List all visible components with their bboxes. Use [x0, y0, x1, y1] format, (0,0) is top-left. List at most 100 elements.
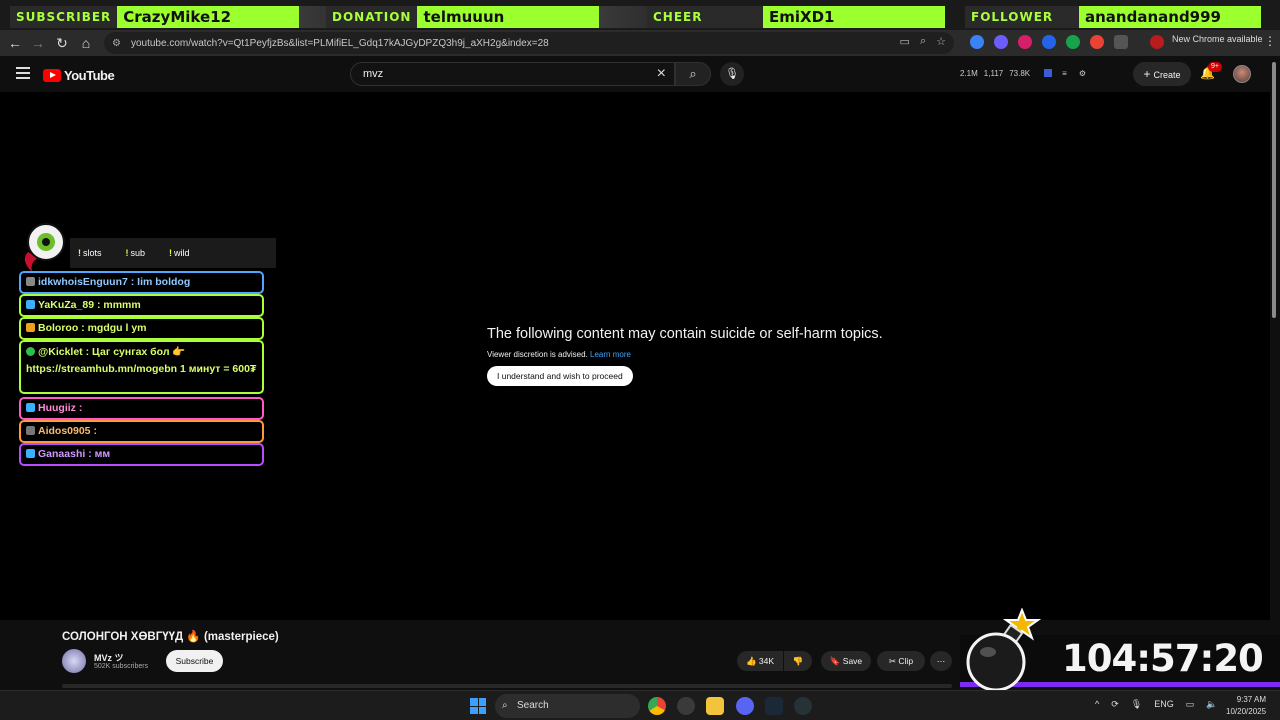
extension-icon[interactable]: [1090, 35, 1104, 49]
search-icon: ⌕: [689, 66, 697, 81]
extensions-puzzle-icon[interactable]: [1114, 35, 1128, 49]
alert-label: CHEER: [647, 6, 763, 28]
discord-icon[interactable]: [736, 697, 754, 715]
chat-message: Ganaashi : мм: [19, 443, 264, 466]
profile-icon[interactable]: [1150, 35, 1164, 49]
forward-icon[interactable]: →: [26, 31, 50, 55]
voice-search-button[interactable]: 🎙: [720, 62, 744, 86]
chat-message: Aidos0905 :: [19, 420, 264, 443]
video-title: СОЛОНГОН ХӨВГҮҮД 🔥 (masterpiece): [62, 631, 279, 643]
chat-message: idkwhoisEnguun7 : Iim boldog: [19, 271, 264, 294]
alert-name: CrazyMike12: [117, 6, 300, 28]
channel-avatar[interactable]: [62, 649, 86, 673]
extension-icon[interactable]: [1018, 35, 1032, 49]
eyeball-mascot-icon: [24, 223, 65, 272]
bookmark-star-icon[interactable]: ☆: [936, 35, 946, 48]
description-box-edge: [62, 684, 952, 688]
network-icon[interactable]: ▭: [1186, 699, 1195, 710]
clear-search-icon[interactable]: ×: [657, 65, 666, 83]
chat-commands: slots sub wild: [70, 238, 276, 268]
extension-stats: 2.1M 1,117 73.8K ≡ ⚙: [960, 69, 1086, 78]
file-explorer-icon[interactable]: [706, 697, 724, 715]
youtube-logo[interactable]: YouTube: [43, 68, 115, 83]
microphone-icon[interactable]: 🎙: [1131, 699, 1142, 710]
install-icon[interactable]: ▭: [900, 35, 910, 48]
plus-icon: +: [1143, 67, 1151, 81]
alert-name: anandanand999: [1079, 6, 1261, 28]
extension-icon[interactable]: [1066, 35, 1080, 49]
command-wild: wild: [169, 248, 190, 258]
taskbar: ⌕ Search ^ ⟳ 🎙 ENG ▭ 🔈 9:37 AM 10/20/202…: [0, 690, 1280, 720]
search-input[interactable]: mvz ×: [350, 62, 675, 86]
address-bar[interactable]: ⚙ youtube.com/watch?v=Qt1PeyfjzBs&list=P…: [104, 32, 954, 54]
bookmark-icon: 🔖: [829, 656, 843, 666]
back-icon[interactable]: ←: [3, 31, 27, 55]
site-info-icon[interactable]: ⚙: [112, 38, 121, 49]
thumbs-down-icon: 👎: [792, 656, 804, 666]
reload-icon[interactable]: ↻: [50, 31, 74, 55]
youtube-play-icon: [43, 69, 61, 82]
content-warning: The following content may contain suicid…: [487, 326, 883, 386]
extension-icon[interactable]: [1042, 35, 1056, 49]
save-button[interactable]: 🔖 Save: [821, 651, 871, 671]
subscriber-count: 502K subscribers: [94, 663, 149, 670]
steam-icon[interactable]: [765, 697, 783, 715]
search-button[interactable]: ⌕: [675, 62, 711, 86]
windows-start-icon[interactable]: [470, 698, 486, 714]
sync-icon[interactable]: ⟳: [1111, 699, 1119, 710]
logo-text: YouTube: [64, 68, 115, 83]
youtube-header: YouTube mvz × ⌕ 🎙 2.1M 1,117 73.8K ≡ ⚙ +…: [0, 56, 1280, 92]
extension-icon[interactable]: [1044, 69, 1053, 77]
like-button[interactable]: 👍 34K: [737, 651, 783, 671]
dislike-button[interactable]: 👎: [784, 651, 812, 671]
warning-title: The following content may contain suicid…: [487, 326, 883, 342]
settings-icon[interactable]: ⚙: [1079, 69, 1086, 78]
chrome-profile-icon[interactable]: [677, 697, 695, 715]
stat-views: 2.1M: [960, 69, 978, 78]
menu-dots-icon[interactable]: ⋮: [1264, 34, 1276, 48]
new-chrome-available[interactable]: New Chrome available: [1172, 34, 1263, 44]
extension-icon[interactable]: [970, 35, 984, 49]
alert-name: EmiXD1: [763, 6, 945, 28]
volume-icon[interactable]: 🔈: [1206, 699, 1217, 710]
taskbar-search[interactable]: ⌕ Search: [495, 694, 640, 718]
alert-follower: FOLLOWER anandanand999: [965, 6, 1261, 28]
command-slots: slots: [78, 248, 102, 258]
microphone-icon: 🎙: [725, 68, 739, 80]
learn-more-link[interactable]: Learn more: [590, 350, 631, 359]
chat-message: YaKuZa_89 : mmmm: [19, 294, 264, 317]
chevron-up-icon[interactable]: ^: [1095, 699, 1099, 710]
home-icon[interactable]: ⌂: [74, 31, 98, 55]
system-tray: ^ ⟳ 🎙 ENG ▭ 🔈: [1095, 699, 1217, 710]
alert-name: telmuuun: [417, 6, 600, 28]
chat-message: Huugiiz :: [19, 397, 264, 420]
url-text: youtube.com/watch?v=Qt1PeyfjzBs&list=PLM…: [130, 37, 549, 49]
more-actions-button[interactable]: ⋯: [930, 651, 952, 671]
alert-label: FOLLOWER: [965, 6, 1079, 28]
command-sub: sub: [126, 248, 146, 258]
chat-message: Boloroo : mgdgu l ym: [19, 317, 264, 340]
chrome-icon[interactable]: [648, 697, 666, 715]
hamburger-menu-icon[interactable]: [16, 67, 30, 82]
more-dots-icon: ⋯: [936, 656, 946, 666]
bomb-icon: [966, 608, 1042, 692]
alert-label: SUBSCRIBER: [10, 6, 118, 28]
create-button[interactable]: + Create: [1133, 62, 1191, 86]
avatar[interactable]: [1233, 65, 1251, 83]
proceed-button[interactable]: I understand and wish to proceed: [487, 366, 633, 386]
clock[interactable]: 9:37 AM 10/20/2025: [1226, 694, 1266, 718]
page-scrollbar[interactable]: [1272, 62, 1276, 318]
language-indicator[interactable]: ENG: [1154, 699, 1174, 710]
extension-icon[interactable]: [994, 35, 1008, 49]
alert-label: DONATION: [326, 6, 418, 28]
stream-timer: 104:57:20: [1062, 637, 1264, 680]
stream-alert-bar: SUBSCRIBER CrazyMike12 DONATION telmuuun…: [0, 0, 1280, 30]
stat-watching: 1,117: [983, 69, 1004, 78]
list-icon[interactable]: ≡: [1062, 69, 1067, 78]
chat-message: @Kicklet : Цаг сунгах бол 👉 https://stre…: [19, 340, 264, 394]
subscribe-button[interactable]: Subscribe: [166, 650, 223, 672]
app-icon[interactable]: [794, 697, 812, 715]
clip-button[interactable]: ✂ Clip: [877, 651, 925, 671]
stat-likes: 73.8K: [1009, 69, 1031, 78]
zoom-icon[interactable]: ⌕: [920, 35, 926, 48]
